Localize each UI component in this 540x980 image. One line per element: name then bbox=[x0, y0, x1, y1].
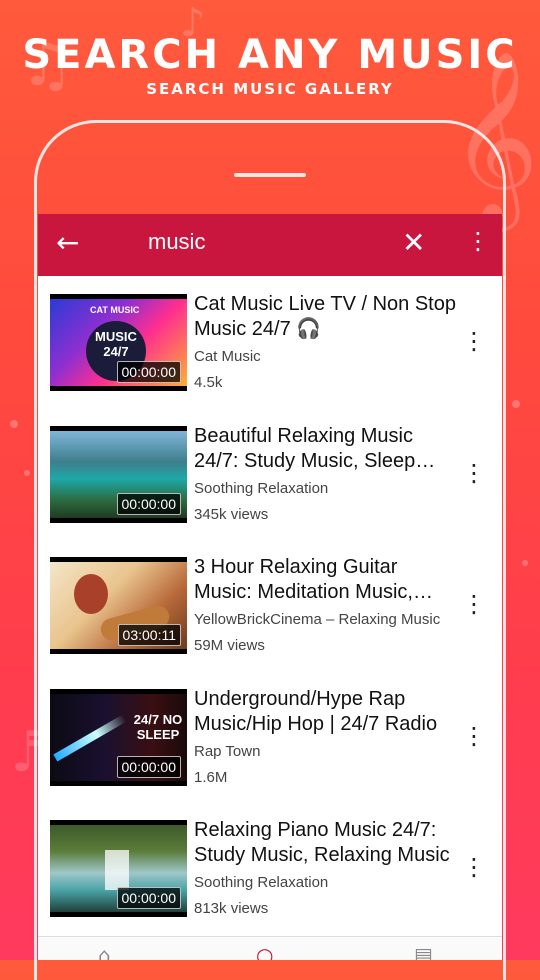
list-item[interactable]: 00:00:00 Relaxing Piano Music 24/7: Stud… bbox=[38, 802, 502, 934]
list-item[interactable]: 00:00:00 Beautiful Relaxing Music 24/7: … bbox=[38, 408, 502, 540]
video-thumbnail[interactable]: 00:00:00 bbox=[50, 425, 187, 523]
more-vert-icon[interactable]: ⋮ bbox=[462, 326, 486, 356]
more-vert-icon[interactable]: ⋮ bbox=[466, 224, 490, 258]
list-item[interactable]: CAT MUSIC MUSIC 24/7 00:00:00 Cat Music … bbox=[38, 276, 502, 408]
video-title: Relaxing Piano Music 24/7: Study Music, … bbox=[194, 819, 450, 866]
thumbnail-text: MUSIC 24/7 bbox=[95, 329, 137, 359]
channel-name: Cat Music bbox=[194, 348, 261, 365]
view-count: 345k views bbox=[194, 505, 269, 523]
promo-title: SEARCH ANY MUSIC bbox=[22, 32, 518, 78]
duration-badge: 00:00:00 bbox=[116, 492, 181, 515]
duration-badge: 00:00:00 bbox=[116, 361, 181, 383]
view-count: 813k views bbox=[194, 900, 269, 917]
video-thumbnail[interactable]: 24/7 NO SLEEP 00:00:00 bbox=[50, 688, 187, 786]
library-icon[interactable]: ▤ bbox=[414, 943, 433, 960]
channel-name: Rap Town bbox=[194, 742, 261, 760]
video-thumbnail[interactable]: CAT MUSIC MUSIC 24/7 00:00:00 bbox=[50, 294, 187, 391]
list-item[interactable]: 03:00:11 3 Hour Relaxing Guitar Music: M… bbox=[38, 539, 502, 671]
dot-decoration bbox=[10, 420, 18, 428]
home-icon[interactable]: ⌂ bbox=[98, 943, 111, 960]
duration-badge: 03:00:11 bbox=[117, 624, 181, 646]
duration-badge: 00:00:00 bbox=[116, 887, 181, 909]
view-count: 4.5k bbox=[194, 374, 223, 391]
search-results-list: CAT MUSIC MUSIC 24/7 00:00:00 Cat Music … bbox=[38, 276, 502, 934]
phone-screen: ← music ✕ ⋮ CAT MUSIC MUSIC 24/7 00:00:0… bbox=[38, 214, 502, 960]
arrow-back-icon[interactable]: ← bbox=[56, 226, 79, 260]
search-icon[interactable]: ○ bbox=[256, 943, 273, 960]
phone-speaker bbox=[234, 173, 306, 177]
dot-decoration bbox=[522, 560, 528, 566]
video-title: Cat Music Live TV / Non Stop Music 24/7 … bbox=[194, 293, 456, 340]
view-count: 59M views bbox=[194, 637, 265, 654]
video-thumbnail[interactable]: 03:00:11 bbox=[50, 557, 187, 654]
duration-badge: 00:00:00 bbox=[116, 755, 181, 778]
search-query-input[interactable]: music bbox=[148, 229, 205, 255]
search-app-bar: ← music ✕ ⋮ bbox=[38, 214, 502, 276]
view-count: 1.6M bbox=[194, 768, 228, 786]
dot-decoration bbox=[512, 400, 520, 408]
more-vert-icon[interactable]: ⋮ bbox=[462, 852, 486, 882]
video-title: Underground/Hype Rap Music/Hip Hop | 24/… bbox=[194, 687, 438, 735]
video-title: 3 Hour Relaxing Guitar Music: Meditation… bbox=[194, 556, 413, 603]
more-vert-icon[interactable]: ⋮ bbox=[462, 721, 486, 751]
channel-name: YellowBrickCinema – Relaxing Music bbox=[194, 611, 441, 628]
channel-name: Soothing Relaxation bbox=[194, 479, 329, 497]
more-vert-icon[interactable]: ⋮ bbox=[462, 589, 486, 619]
thumbnail-text: 24/7 NO SLEEP bbox=[133, 711, 183, 742]
close-icon[interactable]: ✕ bbox=[402, 226, 425, 260]
more-vert-icon[interactable]: ⋮ bbox=[462, 458, 486, 488]
video-thumbnail[interactable]: 00:00:00 bbox=[50, 820, 187, 917]
promo-subtitle: SEARCH MUSIC GALLERY bbox=[146, 80, 394, 98]
bottom-navigation: ⌂ ○ ▤ bbox=[38, 936, 502, 960]
list-item[interactable]: 24/7 NO SLEEP 00:00:00 Underground/Hype … bbox=[38, 671, 502, 803]
channel-name: Soothing Relaxation bbox=[194, 874, 329, 891]
video-title: Beautiful Relaxing Music 24/7: Study Mus… bbox=[194, 424, 416, 472]
dot-decoration bbox=[24, 470, 30, 476]
